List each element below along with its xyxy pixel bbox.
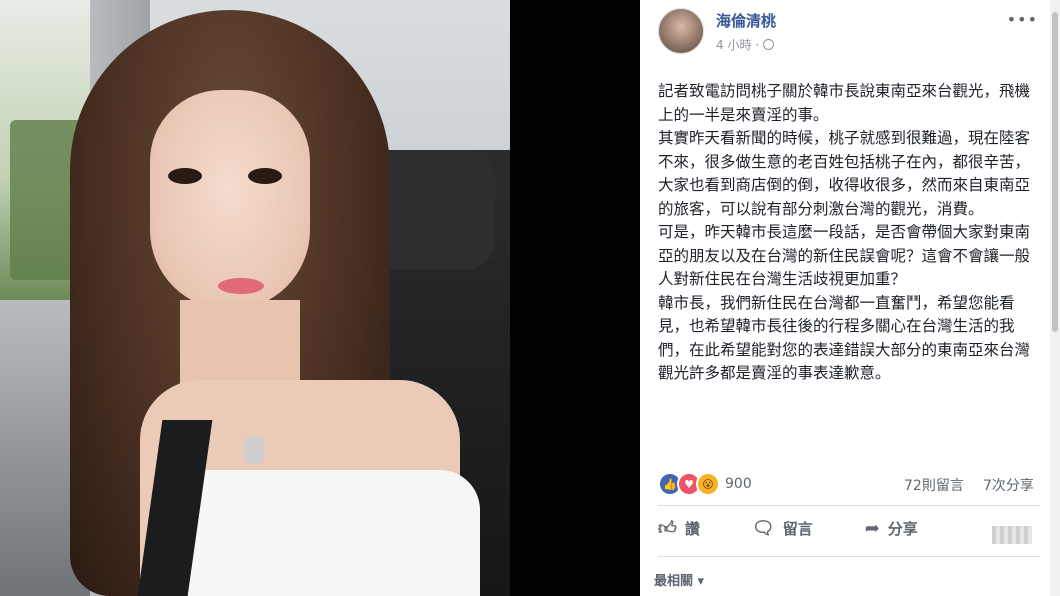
comment-sort-dropdown[interactable]: 最相關 ▾: [654, 570, 704, 589]
reactions-summary[interactable]: 👍 ♥ 😮 900: [658, 472, 752, 496]
globe-icon: [763, 39, 775, 50]
face: [150, 90, 310, 310]
post-paragraph: 記者致電訪問桃子關於韓市長說東南亞來台觀光，飛機上的一半是來賣淫的事。: [658, 82, 1031, 124]
post-paragraph: 韓市長，我們新住民在台灣都一直奮鬥，希望您能看見，也希望韓市長往後的行程多關心在…: [658, 293, 1031, 383]
divider: [658, 505, 1040, 506]
like-label: 讚: [684, 520, 700, 538]
more-dots-icon[interactable]: •••: [1007, 10, 1038, 29]
thumbs-up-icon: 👍︎: [658, 517, 677, 539]
post-panel: 海倫清桃 4 小時 · ••• 記者致電訪問桃子關於韓市長說東南亞來台觀光，飛機…: [640, 0, 1060, 596]
meta-separator: ·: [755, 37, 760, 52]
post-photo[interactable]: [0, 0, 510, 596]
comment-button[interactable]: 🗨︎ 留言: [752, 518, 813, 539]
right-eye: [248, 168, 282, 184]
wow-reaction-icon: 😮: [696, 472, 720, 496]
avatar[interactable]: [658, 8, 704, 54]
post-paragraph: 可是，昨天韓市長這麼一段話，是否會帶個大家對東南亞的朋友以及在台灣的新住民誤會呢…: [658, 223, 1031, 288]
author-name[interactable]: 海倫清桃: [716, 10, 776, 31]
scrollbar[interactable]: [1050, 0, 1060, 596]
share-arrow-icon: ➦: [864, 517, 880, 539]
like-button[interactable]: 👍︎ 讚: [658, 518, 700, 539]
pendant: [244, 436, 264, 464]
comment-count[interactable]: 72則留言: [904, 475, 964, 495]
left-eye: [168, 168, 202, 184]
scroll-thumb[interactable]: [1052, 12, 1058, 332]
comment-label: 留言: [782, 520, 813, 538]
post-meta: 4 小時 ·: [716, 36, 775, 53]
reaction-count[interactable]: 900: [725, 476, 752, 492]
blurred-avatar[interactable]: [992, 526, 1032, 544]
photo-gap: [510, 0, 640, 596]
action-bar: 👍︎ 讚 🗨︎ 留言 ➦ 分享: [658, 518, 1040, 539]
comment-icon: 🗨︎: [751, 517, 775, 539]
share-count[interactable]: 7次分享: [983, 475, 1034, 495]
post-paragraph: 其實昨天看新聞的時候，桃子就感到很難過，現在陸客不來，很多做生意的老百姓包括桃子…: [658, 129, 1031, 218]
share-label: 分享: [887, 520, 918, 538]
post-text: 記者致電訪問桃子關於韓市長說東南亞來台觀光，飛機上的一半是來賣淫的事。 其實昨天…: [658, 80, 1036, 386]
lips: [218, 278, 264, 294]
divider: [658, 556, 1040, 557]
post-time[interactable]: 4 小時: [716, 36, 751, 53]
share-button[interactable]: ➦ 分享: [865, 518, 918, 539]
